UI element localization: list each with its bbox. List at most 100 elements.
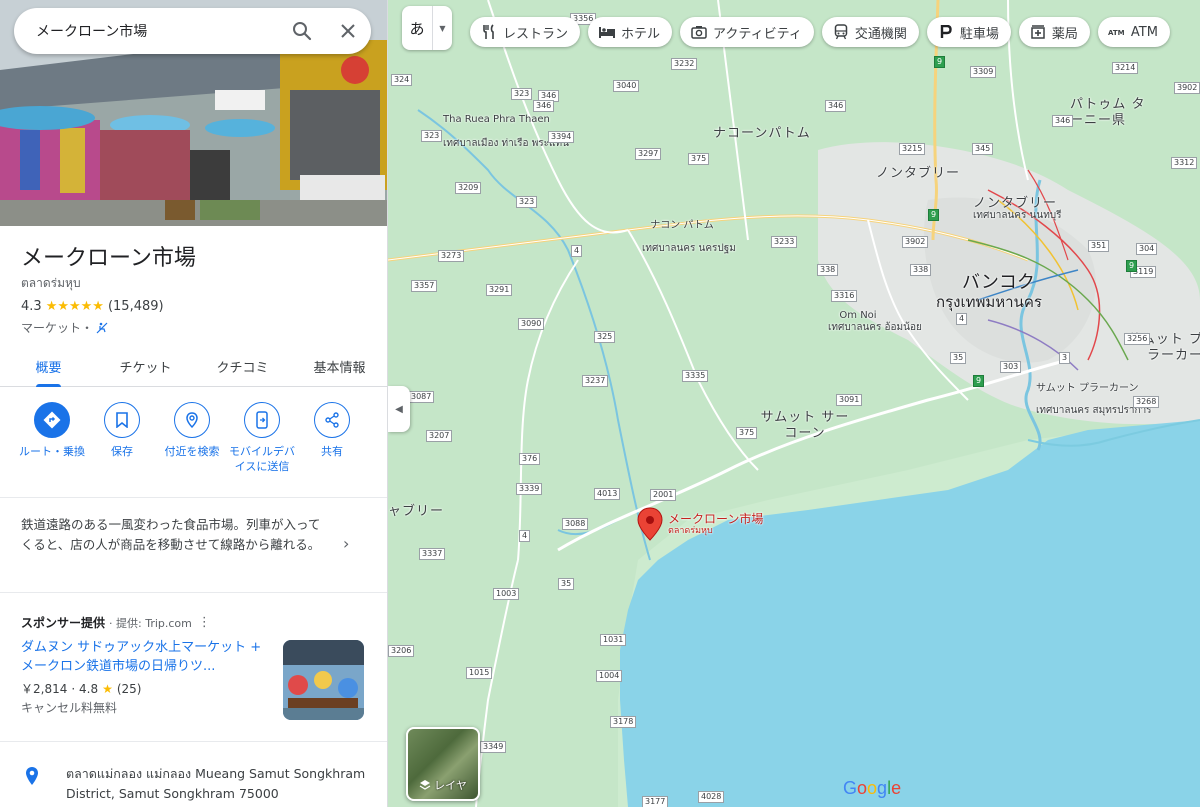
road-shield: 3233	[771, 236, 798, 248]
place-category[interactable]: マーケット・	[21, 319, 93, 336]
sponsor-heading: スポンサー提供	[21, 616, 106, 630]
search-box[interactable]: メークローン市場	[14, 8, 371, 54]
share-icon	[314, 402, 350, 438]
chip-label: 駐車場	[959, 26, 999, 42]
map-place-label: เทศบาลเมือง ท่าเรือ พระแท่น	[443, 138, 569, 149]
ad-meta: ￥2,814 · 4.8 ★ (25)	[21, 680, 141, 697]
map-place-label: Om Noi	[839, 310, 877, 321]
chevron-left-icon: ◀	[395, 403, 403, 415]
atm-icon: ATM	[1108, 23, 1126, 41]
chip-parking[interactable]: 駐車場	[926, 17, 1011, 47]
chip-camera[interactable]: アクティビティ	[680, 17, 814, 47]
star-icon: ★	[102, 681, 113, 696]
chip-restaurant[interactable]: レストラン	[470, 17, 581, 47]
divider	[0, 497, 387, 498]
chip-label: 薬局	[1051, 26, 1078, 42]
directions-button[interactable]: ルート・乗換	[17, 402, 87, 474]
road-shield: 323	[511, 88, 533, 100]
collapse-panel-button[interactable]: ◀	[388, 386, 410, 432]
road-shield: 3232	[671, 58, 698, 70]
chip-hotel[interactable]: ホテル	[588, 17, 673, 47]
road-shield: 4028	[698, 791, 725, 803]
ad-reviews: (25)	[116, 681, 142, 696]
chip-label: レストラン	[503, 26, 569, 42]
google-logo: Google	[843, 778, 902, 798]
road-shield: 3357	[411, 280, 438, 292]
place-title: メークローン市場	[21, 246, 196, 271]
svg-text:ATM: ATM	[1108, 29, 1125, 37]
road-shield: 3297	[635, 148, 662, 160]
road-shield: 3207	[426, 430, 453, 442]
map-place-label: ナコン パトム	[650, 220, 714, 231]
tab-reviews[interactable]: クチコミ	[194, 350, 291, 386]
parking-icon	[937, 23, 955, 41]
road-shield: 3091	[836, 394, 863, 406]
search-input[interactable]: メークローン市場	[36, 21, 279, 41]
chevron-right-icon[interactable]: ›	[343, 534, 349, 553]
chip-pharmacy[interactable]: 薬局	[1018, 17, 1090, 47]
search-button[interactable]	[279, 8, 325, 54]
share-button[interactable]: 共有	[297, 402, 367, 474]
road-shield: 338	[817, 264, 839, 276]
search-nearby-button[interactable]: 付近を検索	[157, 402, 227, 474]
language-label: あ	[409, 19, 425, 38]
road-shield: 3273	[438, 250, 465, 262]
road-shield: 3215	[899, 143, 926, 155]
road-shield: 1003	[493, 588, 520, 600]
map-place-label: ノンタブリー	[876, 166, 961, 181]
chip-atm[interactable]: ATM ATM	[1097, 17, 1170, 47]
map-place-label: ナコーンパトム	[713, 126, 811, 141]
send-to-phone-icon	[244, 402, 280, 438]
rating-row[interactable]: 4.3 ★★★★★ (15,489)	[21, 299, 164, 314]
map-place-label: ノンタブリー	[973, 196, 1058, 211]
share-label: 共有	[321, 445, 343, 458]
map-place-label: เทศบาลนคร สมุทรปราการ	[1036, 405, 1152, 416]
clear-search-button[interactable]	[325, 8, 371, 54]
place-photo[interactable]: メークローン市場	[0, 0, 387, 226]
divider	[0, 592, 387, 593]
save-button[interactable]: 保存	[87, 402, 157, 474]
road-shield: 3339	[516, 483, 543, 495]
road-shield: 345	[972, 143, 994, 155]
road-shield: 4	[571, 245, 583, 257]
road-shield: 346	[1052, 115, 1074, 127]
road-shield: 375	[736, 427, 758, 439]
ad-thumbnail[interactable]	[283, 640, 364, 720]
road-shield: 323	[516, 196, 538, 208]
map-canvas[interactable]: ナコーンパトム ノンタブリー パトゥム ターニー県 ノンタブリー เทศบาลน…	[388, 0, 1200, 807]
category-chips: レストラン ホテル アクティビティ 交通機関 駐車場 薬局 ATM ATM	[470, 17, 1170, 47]
place-description[interactable]: 鉄道遠路のある一風変わった食品市場。列車が入ってくると、店の人が商品を移動させて…	[21, 515, 331, 555]
layers-button[interactable]: レイヤ	[406, 727, 480, 801]
road-shield: 3178	[610, 716, 637, 728]
place-native-name: ตลาดร่มหุบ	[21, 276, 81, 290]
tab-about[interactable]: 基本情報	[291, 350, 387, 386]
map-city-label: กรุงเทพมหานคร	[936, 293, 1042, 311]
send-to-phone-button[interactable]: モバイルデバイスに送信	[227, 402, 297, 474]
review-count[interactable]: (15,489)	[108, 299, 164, 314]
directions-label: ルート・乗換	[19, 445, 85, 458]
road-shield: 3256	[1124, 333, 1151, 345]
road-shield: 3309	[970, 66, 997, 78]
road-shield: 376	[519, 453, 541, 465]
chip-transit[interactable]: 交通機関	[821, 17, 919, 47]
search-nearby-label: 付近を検索	[164, 445, 220, 458]
road-shield: 9	[928, 209, 940, 221]
more-vert-icon[interactable]: ⋮	[198, 615, 211, 630]
ad-cancellation-note: キャンセル料無料	[21, 701, 118, 715]
place-address[interactable]: ตลาดแม่กลอง แม่กลอง Mueang Samut Songkhr…	[66, 764, 366, 804]
wheelchair-not-accessible-icon[interactable]	[96, 322, 108, 334]
nearby-icon	[174, 402, 210, 438]
bookmark-icon	[104, 402, 140, 438]
road-shield: 324	[391, 74, 413, 86]
language-switch[interactable]: あ ▼	[402, 6, 452, 50]
rating-value: 4.3	[21, 299, 42, 314]
road-shield: 3316	[831, 290, 858, 302]
chevron-down-icon[interactable]: ▼	[432, 6, 452, 50]
road-shield: 3349	[480, 741, 507, 753]
tab-overview[interactable]: 概要	[0, 350, 97, 387]
chip-label: 交通機関	[854, 26, 907, 42]
ad-title-link[interactable]: ダムヌン サドゥアック水上マーケット + メークロン鉄道市場の日帰りツ...	[21, 638, 271, 676]
road-shield: 375	[688, 153, 710, 165]
tab-tickets[interactable]: チケット	[97, 350, 194, 386]
road-shield: 351	[1088, 240, 1110, 252]
